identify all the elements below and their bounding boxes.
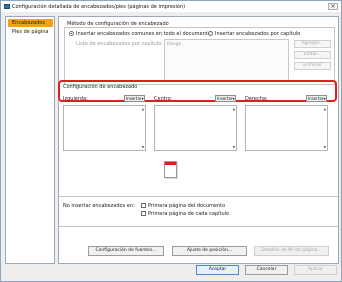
chapter-list-label: Lista de encabezados por capítulo:	[76, 41, 164, 47]
right-label: Derecha:	[245, 96, 268, 102]
center-header-textarea[interactable]: ▲ ▼	[154, 105, 237, 151]
radio-common-headers[interactable]	[69, 31, 74, 36]
scroll-up-icon[interactable]: ▲	[233, 107, 235, 111]
scroll-up-icon[interactable]: ▲	[324, 107, 326, 111]
scroll-down-icon[interactable]: ▼	[324, 145, 326, 149]
title-bar: Configuración detallada de encabezados/p…	[1, 1, 341, 12]
checkbox-first-doc-page[interactable]	[141, 203, 146, 208]
right-header-textarea[interactable]: ▲ ▼	[245, 105, 328, 151]
dialog-window: Configuración detallada de encabezados/p…	[0, 0, 342, 282]
delete-button[interactable]: Eliminar	[294, 62, 331, 70]
font-settings-button[interactable]: Configuración de fuentes...	[88, 246, 164, 256]
insert-left-button[interactable]: Insertar▾	[124, 95, 145, 102]
insert-right-button[interactable]: Insertar▾	[306, 95, 327, 102]
scroll-down-icon[interactable]: ▼	[233, 145, 235, 149]
edit-button[interactable]: Editar...	[294, 51, 331, 59]
close-button[interactable]: ×	[328, 3, 338, 10]
header-area-icon	[165, 162, 176, 165]
divider	[59, 226, 338, 227]
checkbox-first-chapter-page[interactable]	[141, 211, 146, 216]
insert-center-button[interactable]: Insertar▾	[215, 95, 236, 102]
radio-common-label: Insertar encabezados comunes en todo el …	[76, 31, 211, 37]
chapter-list-box: Rango	[164, 39, 289, 81]
checkbox-first-doc-label: Primera página del documento	[148, 203, 226, 209]
divider	[59, 196, 338, 197]
window-title: Configuración detallada de encabezados/p…	[12, 4, 186, 10]
position-adjust-button[interactable]: Ajuste de posición...	[172, 246, 247, 256]
scroll-down-icon[interactable]: ▼	[142, 145, 144, 149]
page-number-details-button[interactable]: Detalles de Nº de página...	[254, 246, 329, 256]
method-group: Insertar encabezados comunes en todo el …	[64, 27, 335, 85]
sidebar: Encabezados Pies de página	[5, 16, 55, 264]
radio-chapter-label: Insertar encabezados por capítulo	[215, 31, 301, 37]
center-label: Centro:	[154, 96, 173, 102]
add-button[interactable]: Agregar...	[294, 40, 331, 48]
range-column-header: Rango	[167, 42, 182, 47]
radio-chapter-headers[interactable]	[208, 31, 213, 36]
sidebar-item-footers[interactable]: Pies de página	[8, 28, 53, 36]
scroll-up-icon[interactable]: ▲	[142, 107, 144, 111]
main-panel: Método de configuración de encabezado In…	[58, 16, 339, 264]
no-insert-label: No insertar encabezados en:	[63, 203, 135, 209]
page-preview-icon	[164, 161, 177, 178]
header-config-title: Configuración de encabezado	[63, 84, 138, 90]
sidebar-item-headers[interactable]: Encabezados	[8, 19, 53, 27]
checkbox-first-chapter-label: Primera página de cada capítulo	[148, 211, 230, 217]
left-header-textarea[interactable]: ▲ ▼	[63, 105, 146, 151]
cancel-button[interactable]: Cancelar	[245, 265, 288, 275]
left-label: Izquierda:	[63, 96, 88, 102]
app-icon	[4, 4, 10, 9]
accept-button[interactable]: Aceptar	[196, 265, 239, 275]
apply-button[interactable]: Aplicar	[294, 265, 337, 275]
